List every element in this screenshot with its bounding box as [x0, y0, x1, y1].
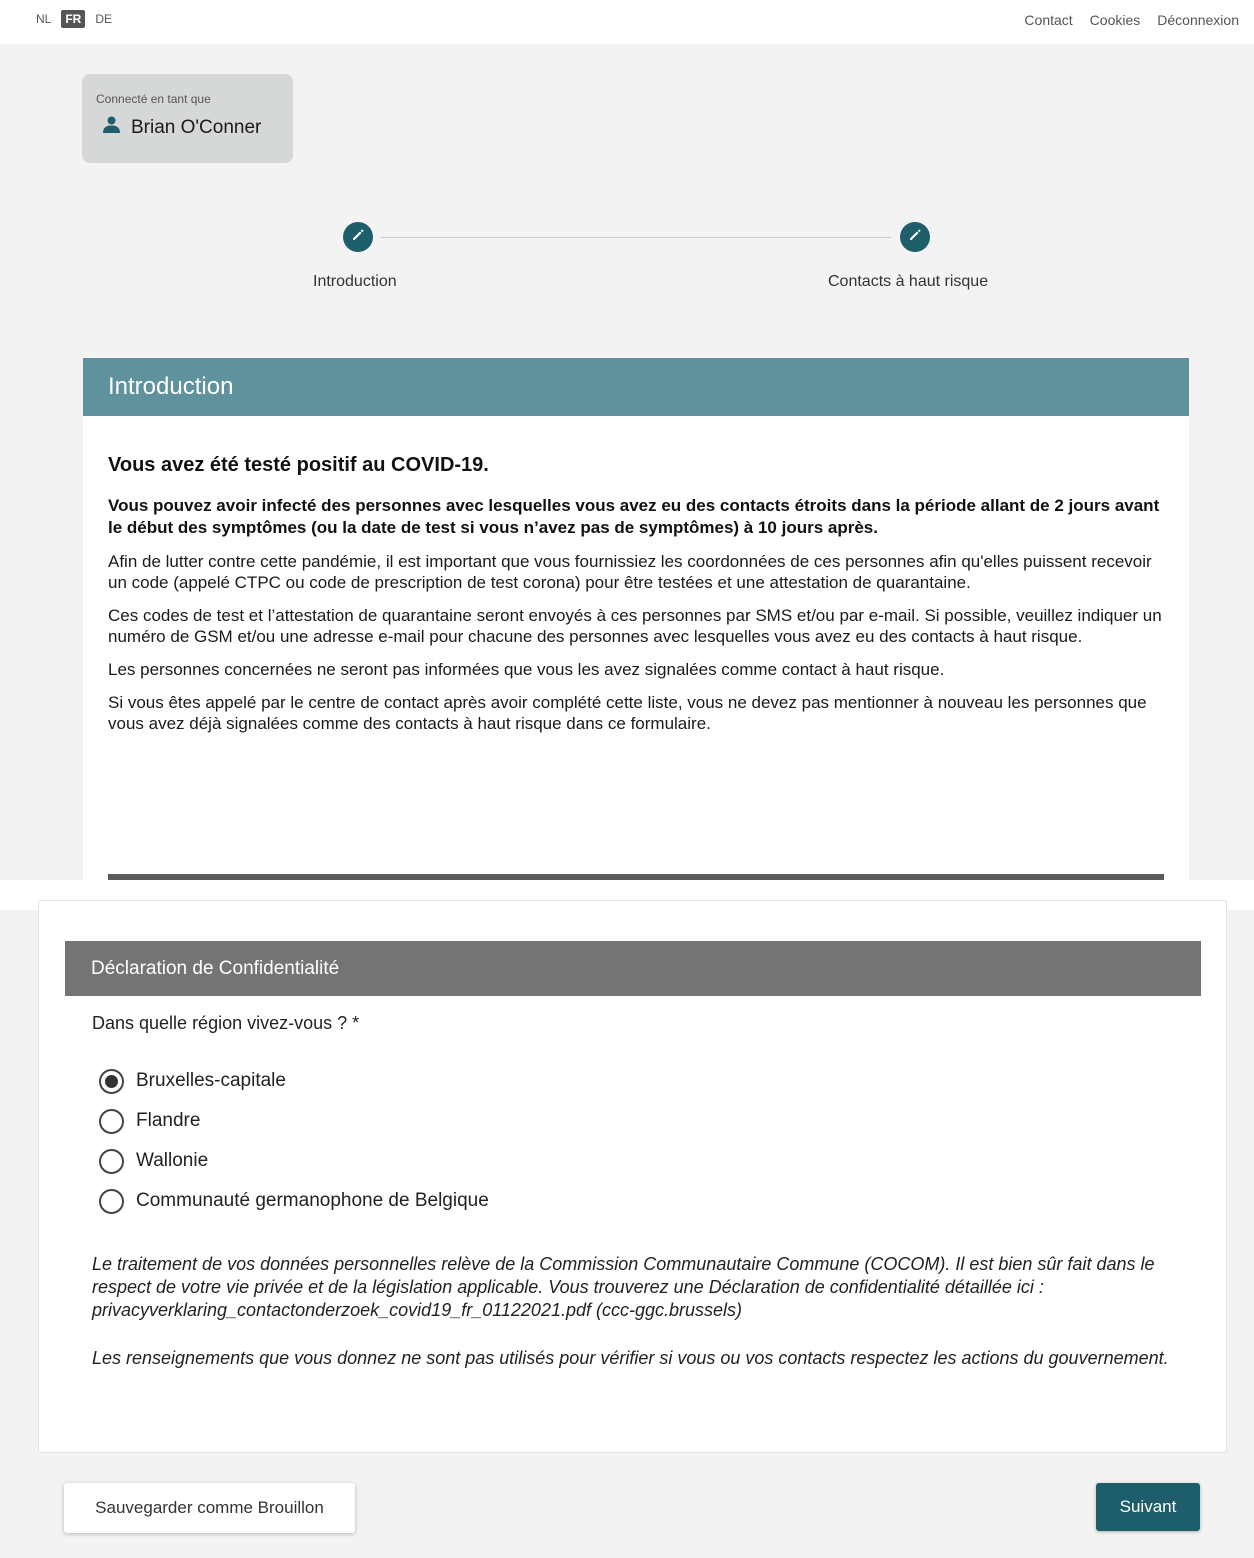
introduction-paragraph: Si vous êtes appelé par le centre de con… [108, 693, 1147, 733]
region-radio-group: Bruxelles-capitale Flandre Wallonie Comm… [99, 1061, 489, 1221]
step-contacts-button[interactable] [900, 222, 930, 252]
introduction-card: Introduction Vous avez été testé positif… [83, 358, 1189, 880]
privacy-header: Déclaration de Confidentialité [65, 941, 1201, 996]
lang-de[interactable]: DE [91, 10, 116, 28]
introduction-body: Vous avez été testé positif au COVID-19.… [83, 416, 1189, 734]
pencil-icon [908, 228, 922, 247]
pencil-icon [351, 228, 365, 247]
step-introduction-button[interactable] [343, 222, 373, 252]
introduction-paragraph: Afin de lutter contre cette pandémie, il… [108, 552, 1152, 592]
user-card: Connecté en tant que Brian O'Conner [82, 74, 293, 163]
region-option-label: Flandre [136, 1110, 201, 1131]
introduction-header: Introduction [83, 358, 1189, 416]
region-option-wallonie[interactable]: Wallonie [99, 1141, 489, 1181]
next-button[interactable]: Suivant [1096, 1483, 1200, 1531]
privacy-note: Les renseignements que vous donnez ne so… [92, 1348, 1169, 1368]
top-bar: NL FR DE Contact Cookies Déconnexion [0, 0, 1254, 44]
region-option-germanophone[interactable]: Communauté germanophone de Belgique [99, 1181, 489, 1221]
region-option-label: Bruxelles-capitale [136, 1070, 286, 1091]
stepper-connector [381, 237, 891, 238]
region-question: Dans quelle région vivez-vous ? * [92, 1013, 360, 1033]
contact-link[interactable]: Contact [1024, 12, 1072, 28]
radio-selected[interactable] [99, 1068, 124, 1094]
cookies-link[interactable]: Cookies [1090, 12, 1141, 28]
lang-nl[interactable]: NL [32, 10, 55, 28]
radio-unselected[interactable] [99, 1108, 124, 1134]
radio-unselected[interactable] [99, 1188, 124, 1214]
save-draft-button[interactable]: Sauvegarder comme Brouillon [64, 1483, 355, 1533]
logout-link[interactable]: Déconnexion [1157, 12, 1239, 28]
user-card-label: Connecté en tant que [96, 92, 211, 106]
region-option-bruxelles[interactable]: Bruxelles-capitale [99, 1061, 489, 1101]
user-name-row: Brian O'Conner [102, 116, 261, 139]
step-contacts-label[interactable]: Contacts à haut risque [828, 273, 988, 291]
top-links: Contact Cookies Déconnexion [1024, 12, 1239, 28]
step-introduction-label[interactable]: Introduction [313, 273, 397, 291]
language-switcher: NL FR DE [32, 10, 116, 28]
introduction-paragraph: Les personnes concernées ne seront pas i… [108, 660, 945, 679]
user-name: Brian O'Conner [131, 116, 262, 138]
person-icon [102, 116, 121, 139]
region-option-label: Communauté germanophone de Belgique [136, 1190, 489, 1211]
privacy-note: Le traitement de vos données personnelle… [92, 1254, 1155, 1320]
lang-fr[interactable]: FR [61, 10, 86, 28]
region-option-label: Wallonie [136, 1150, 209, 1171]
radio-unselected[interactable] [99, 1148, 124, 1174]
privacy-card: Déclaration de Confidentialité Dans quel… [38, 900, 1227, 1453]
introduction-heading: Vous avez été testé positif au COVID-19. [108, 454, 489, 476]
introduction-paragraph: Ces codes de test et l’attestation de qu… [108, 606, 1162, 646]
region-option-flandre[interactable]: Flandre [99, 1101, 489, 1141]
introduction-bold-text: Vous pouvez avoir infecté des personnes … [108, 496, 1160, 537]
